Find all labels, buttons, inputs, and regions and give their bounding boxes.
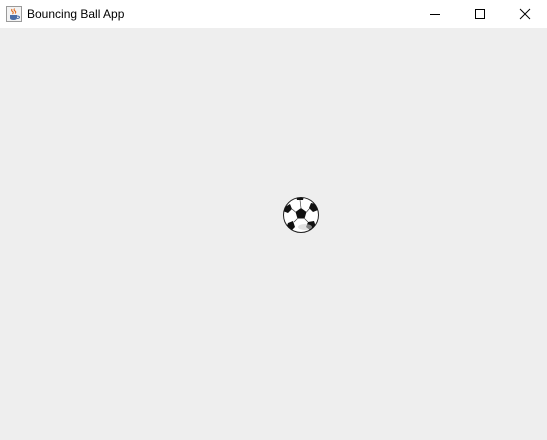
- minimize-icon: [429, 14, 440, 15]
- window-controls: [412, 0, 547, 28]
- close-icon: [519, 8, 530, 20]
- window-title: Bouncing Ball App: [27, 7, 125, 21]
- app-window: Bouncing Ball App: [0, 0, 547, 440]
- maximize-button[interactable]: [457, 0, 502, 28]
- close-button[interactable]: [502, 0, 547, 28]
- minimize-button[interactable]: [412, 0, 457, 28]
- java-coffee-cup-icon[interactable]: [6, 6, 22, 22]
- title-bar[interactable]: Bouncing Ball App: [0, 0, 547, 28]
- animation-canvas[interactable]: [0, 28, 547, 440]
- maximize-icon: [474, 9, 485, 19]
- soccer-ball-icon: [283, 197, 319, 233]
